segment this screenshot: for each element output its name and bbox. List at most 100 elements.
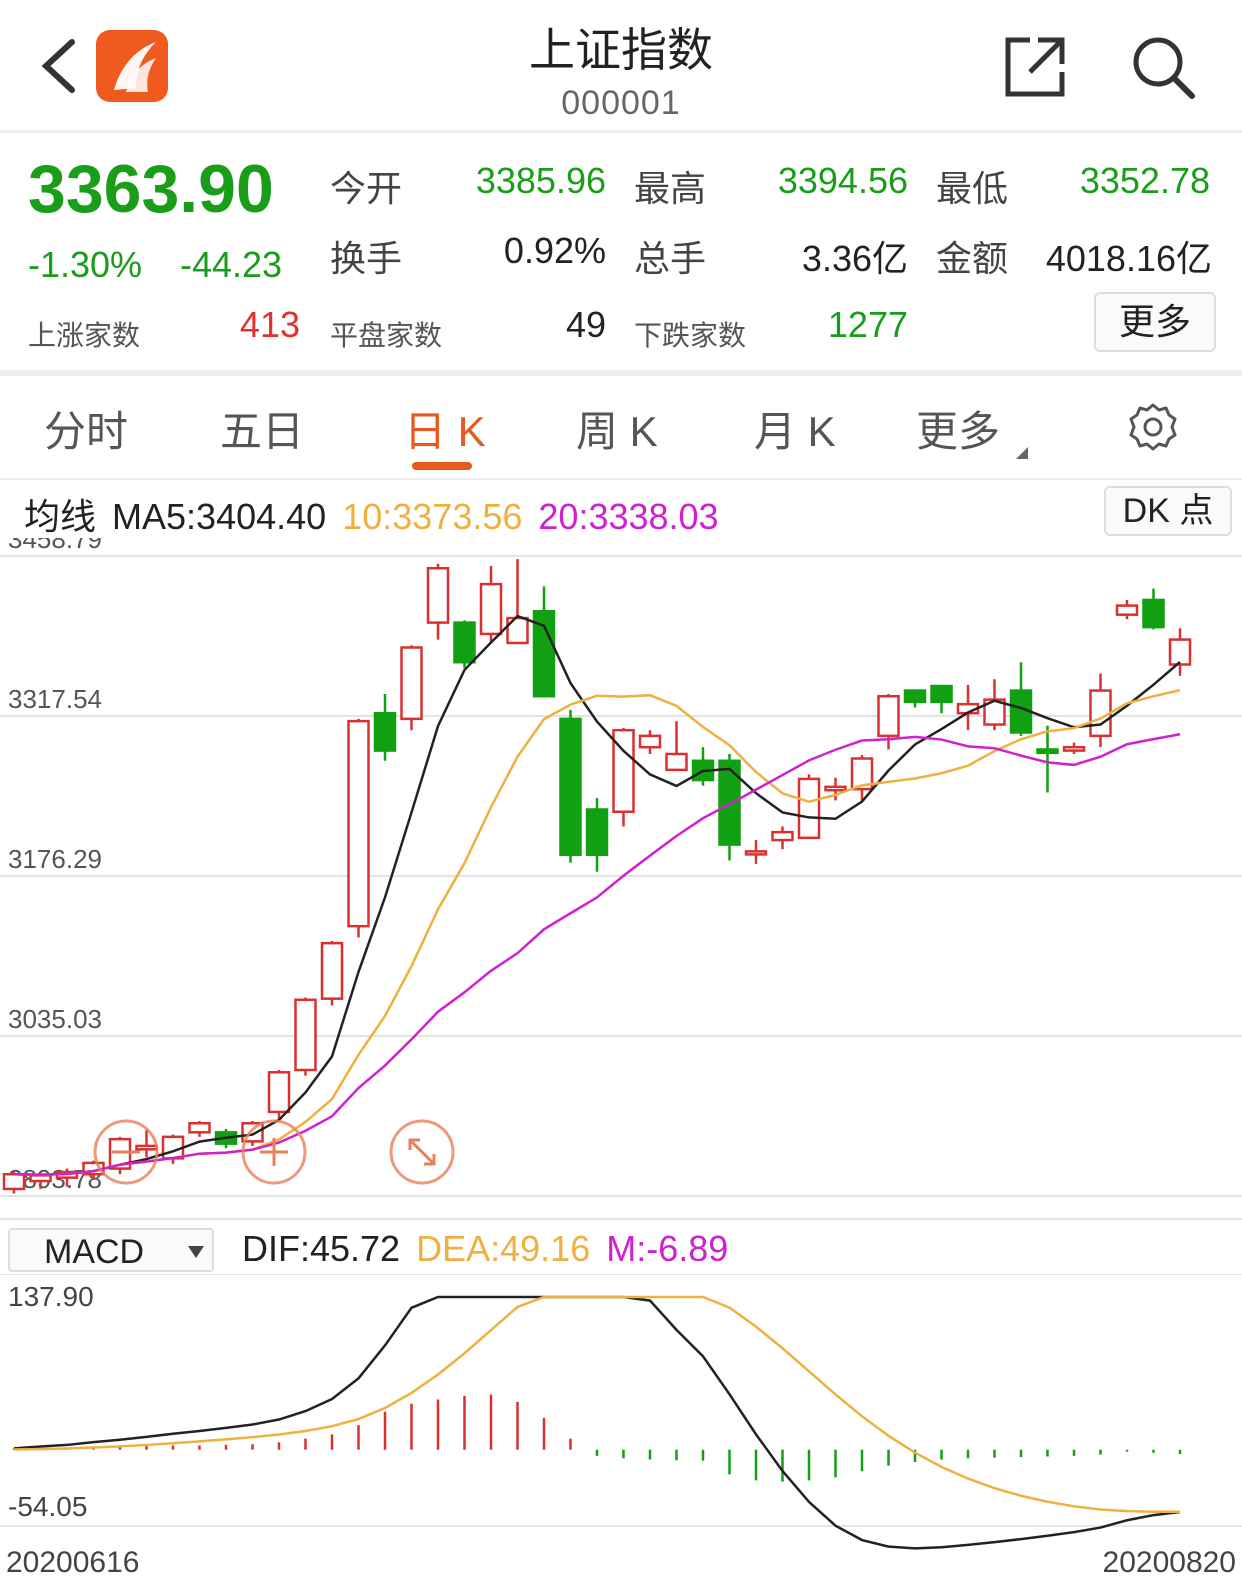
- more-quote-button[interactable]: 更多: [1094, 292, 1216, 352]
- ma-label: 均线: [24, 496, 97, 537]
- tab-daily-k[interactable]: 日 K: [404, 398, 486, 459]
- candle-body: [824, 785, 847, 792]
- candle: [1036, 725, 1059, 793]
- candle-body: [718, 759, 741, 846]
- candle: [559, 709, 582, 863]
- expand-icon: [408, 1138, 436, 1166]
- candle: [903, 689, 927, 708]
- macd-chart[interactable]: 137.90 -54.05 20200616 20200820: [0, 1274, 1242, 1584]
- candle-body: [903, 689, 927, 704]
- ma-legend: 均线 MA5:3404.40 10:3373.56 20:3338.03: [24, 488, 719, 540]
- candle: [665, 721, 688, 772]
- candle: [373, 693, 397, 761]
- candle-body: [797, 777, 821, 840]
- share-icon[interactable]: [1004, 36, 1066, 98]
- dk-point-button[interactable]: DK 点: [1104, 486, 1232, 536]
- low-value: 3352.78: [1079, 160, 1210, 201]
- x-end-label: 20200820: [1103, 1546, 1236, 1579]
- tab-more[interactable]: 更多: [916, 398, 1028, 459]
- macd-m-value: M:-6.89: [606, 1228, 729, 1269]
- tab-more-label: 更多: [916, 408, 1001, 455]
- candle-body: [1142, 598, 1165, 629]
- dif-line: [13, 1295, 1181, 1550]
- low-label: 最低: [936, 168, 1009, 209]
- candle-body: [267, 1071, 291, 1114]
- candle-body: [400, 646, 423, 721]
- candle: [930, 684, 953, 714]
- candle: [1062, 742, 1086, 754]
- gear-icon[interactable]: [1128, 402, 1178, 452]
- y-tick-label: 3176.29: [8, 844, 102, 874]
- candle: [400, 645, 423, 731]
- up-count-label: 上涨家数: [28, 320, 141, 351]
- search-icon[interactable]: [1130, 34, 1196, 100]
- candle: [797, 774, 821, 840]
- amount-label: 金额: [936, 238, 1009, 279]
- candle-body: [2, 1172, 26, 1191]
- divider: [0, 370, 1242, 376]
- tab-weekly-k[interactable]: 周 K: [576, 398, 658, 459]
- candle-body: [188, 1122, 211, 1134]
- volume-value: 3.36亿: [801, 238, 908, 279]
- candle: [744, 840, 768, 864]
- candle: [691, 747, 715, 786]
- ma10-value: 10:3373.56: [342, 496, 523, 537]
- candle: [585, 798, 609, 872]
- indicator-selector[interactable]: MACD: [8, 1228, 214, 1272]
- y-tick-label: 137.90: [8, 1281, 94, 1312]
- ma10-line: [13, 688, 1181, 1177]
- candle-body: [665, 752, 688, 772]
- candle: [426, 563, 450, 640]
- fullscreen-button[interactable]: [388, 1118, 456, 1186]
- turnover-label: 换手: [330, 238, 403, 279]
- flat-count-label: 平盘家数: [330, 320, 443, 351]
- candle-body: [373, 711, 397, 752]
- candle: [506, 559, 529, 645]
- candlestick-chart[interactable]: 3458.793317.543176.293035.032893.78: [0, 538, 1242, 1218]
- y-tick-label: 3317.54: [8, 684, 102, 714]
- zoom-in-button[interactable]: [240, 1118, 308, 1186]
- candle: [1009, 662, 1033, 736]
- candle: [479, 565, 503, 642]
- x-start-label: 20200616: [6, 1546, 139, 1579]
- up-count-value: 413: [239, 304, 300, 345]
- candle: [771, 826, 794, 850]
- candle-body: [1062, 745, 1086, 752]
- candle: [1142, 588, 1165, 630]
- y-tick-label: 3035.03: [8, 1004, 102, 1034]
- candle: [1115, 599, 1139, 620]
- macd-dif-value: DIF:45.72: [242, 1228, 401, 1269]
- candle-body: [1036, 748, 1059, 755]
- current-price: 3363.90: [28, 151, 274, 227]
- macd-dea-value: DEA:49.16: [416, 1228, 591, 1269]
- amount-value: 4018.16亿: [1045, 238, 1212, 279]
- candle: [347, 718, 370, 938]
- ma5-value: MA5:3404.40: [112, 496, 327, 537]
- candle: [320, 940, 344, 1006]
- candle: [453, 620, 476, 668]
- candle: [877, 693, 900, 750]
- candle: [956, 684, 980, 731]
- ma20-value: 20:3338.03: [538, 496, 719, 537]
- candle-body: [294, 998, 317, 1072]
- candle-body: [638, 734, 662, 749]
- candle-body: [29, 1174, 52, 1183]
- tab-five-day[interactable]: 五日: [220, 398, 304, 459]
- tab-intraday[interactable]: 分时: [44, 398, 128, 459]
- divider: [0, 1218, 1242, 1220]
- candle-body: [559, 717, 582, 857]
- change-percent: -1.30%: [28, 244, 143, 285]
- zoom-out-button[interactable]: [92, 1118, 160, 1186]
- change-amount: -44.23: [180, 244, 283, 285]
- candle: [294, 997, 317, 1076]
- tab-monthly-k[interactable]: 月 K: [754, 398, 836, 459]
- turnover-value: 0.92%: [503, 230, 606, 271]
- y-tick-label: 3458.79: [8, 538, 102, 554]
- candle-body: [585, 808, 609, 857]
- candle-body: [771, 830, 794, 842]
- y-tick-label: -54.05: [8, 1491, 87, 1522]
- dropdown-triangle-icon: [1015, 447, 1028, 459]
- active-tab-indicator: [412, 462, 472, 470]
- candle-body: [744, 850, 768, 856]
- candle-body: [930, 684, 953, 704]
